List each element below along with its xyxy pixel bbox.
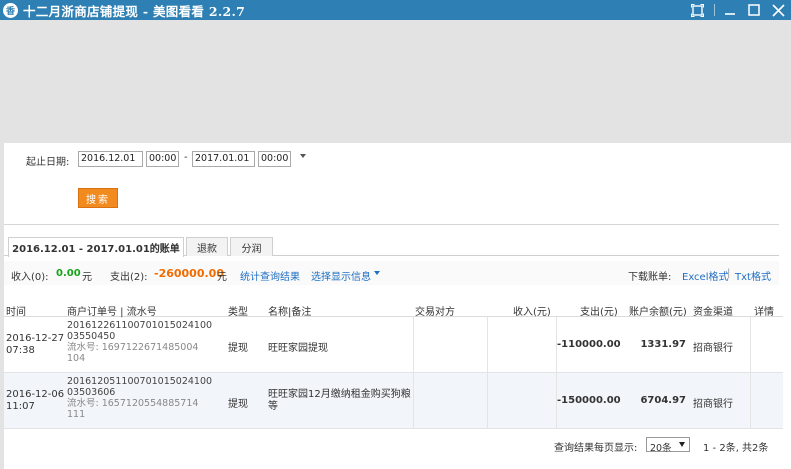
row-name: 旺旺家园12月缴纳租金购买狗粮等: [268, 389, 411, 412]
row-channel: 招商银行: [693, 399, 733, 410]
row-date: 2016-12-27: [6, 333, 65, 344]
end-date-input[interactable]: 2017.01.01: [192, 151, 255, 167]
row-time: 11:07: [6, 401, 35, 412]
row-datetime: 2016-12-27 07:38: [6, 333, 64, 357]
window-title: 十二月浙商店铺提现 - 美图看看 2.2.7: [23, 3, 246, 19]
serial-number-line2: 104: [67, 353, 86, 364]
serial-number-line1: 流水号: 1697122671485004: [67, 342, 199, 353]
column-order-serial: 商户订单号 | 流水号: [67, 307, 157, 318]
table-header: 时间 商户订单号 | 流水号 类型 名称|备注 交易对方 收入(元) 支出(元)…: [4, 300, 783, 318]
income-unit: 元: [82, 272, 92, 283]
order-number-line1: 201612261100701015024100: [67, 320, 213, 331]
date-range-label: 起止日期:: [26, 157, 70, 168]
download-separator: |: [727, 268, 731, 279]
tab-bill[interactable]: 2016.12.01 - 2017.01.01的账单: [8, 237, 184, 257]
expense-value: -260000.00: [154, 267, 224, 280]
income-value: 0.00: [56, 268, 81, 279]
row-expense: -150000.00: [557, 395, 621, 406]
order-number-line1: 201612051100701015024100: [67, 376, 213, 387]
row-balance: 6704.97: [640, 395, 686, 406]
column-income: 收入(元): [513, 307, 551, 318]
column-divider: [413, 317, 414, 373]
column-name-note: 名称|备注: [268, 307, 312, 318]
title-separator: [714, 4, 715, 16]
serial-number-line1: 流水号: 1657120554885714: [67, 398, 199, 409]
date-filter: 起止日期: 2016.12.01 00:00 - 2017.01.01 00:0…: [4, 143, 779, 225]
txt-download-link[interactable]: Txt格式: [735, 268, 771, 283]
title-bar: 香 十二月浙商店铺提现 - 美图看看 2.2.7: [0, 0, 791, 20]
row-date: 2016-12-06: [6, 389, 65, 400]
per-page-label: 查询结果每页显示:: [554, 443, 638, 454]
bill-table: 时间 商户订单号 | 流水号 类型 名称|备注 交易对方 收入(元) 支出(元)…: [4, 300, 783, 429]
bill-summary: 收入(0): 0.00 元 支出(2): -260000.00 元 统计查询结果…: [4, 261, 779, 285]
chevron-down-icon: [679, 442, 685, 447]
window-controls: [682, 0, 787, 20]
row-datetime: 2016-12-06 11:07: [6, 389, 64, 413]
date-separator: -: [184, 152, 188, 163]
expense-label: 支出(2):: [110, 272, 148, 283]
search-button[interactable]: 搜索: [78, 188, 118, 208]
excel-download-link[interactable]: Excel格式: [682, 268, 729, 283]
start-date-input[interactable]: 2016.12.01: [78, 151, 143, 167]
row-type: 提现: [228, 343, 248, 354]
close-icon[interactable]: [769, 1, 787, 19]
table-row[interactable]: 2016-12-06 11:07 20161205110070101502410…: [4, 373, 783, 429]
order-number-line2: 03550450: [67, 331, 116, 342]
fullscreen-icon[interactable]: [688, 1, 706, 19]
tab-refund[interactable]: 退款: [186, 237, 228, 256]
filter-divider: [4, 224, 779, 225]
minimize-icon[interactable]: [721, 1, 739, 19]
row-channel: 招商银行: [693, 343, 733, 354]
column-divider: [487, 317, 488, 373]
row-type: 提现: [228, 399, 248, 410]
stats-result-link[interactable]: 统计查询结果: [240, 268, 300, 283]
column-time: 时间: [6, 307, 26, 318]
bill-panel: 起止日期: 2016.12.01 00:00 - 2017.01.01 00:0…: [4, 143, 791, 469]
end-time-input[interactable]: 00:00: [258, 151, 291, 167]
column-balance: 账户余额(元): [629, 307, 687, 318]
row-balance: 1331.97: [640, 339, 686, 350]
serial-number-line2: 111: [67, 409, 86, 420]
app-icon: 香: [3, 2, 18, 18]
display-options-link[interactable]: 选择显示信息: [311, 268, 371, 283]
order-number-line2: 03503606: [67, 387, 116, 398]
row-time: 07:38: [6, 345, 35, 356]
column-divider: [750, 373, 751, 429]
column-channel: 资金渠道: [693, 307, 733, 318]
maximize-icon[interactable]: [745, 1, 763, 19]
column-divider: [487, 373, 488, 429]
column-type: 类型: [228, 307, 248, 318]
income-label: 收入(0):: [11, 272, 49, 283]
download-label: 下载账单:: [628, 272, 672, 283]
result-range: 1 - 2条, 共2条: [703, 443, 769, 454]
column-detail: 详情: [754, 307, 774, 318]
row-order-info: 201612051100701015024100 03503606 流水号: 1…: [67, 376, 212, 420]
expense-unit: 元: [217, 272, 227, 283]
column-divider: [413, 373, 414, 429]
date-preset-dropdown-icon[interactable]: [300, 154, 306, 158]
display-options-dropdown-icon[interactable]: [374, 271, 380, 275]
column-expense: 支出(元): [580, 307, 618, 318]
row-order-info: 201612261100701015024100 03550450 流水号: 1…: [67, 320, 212, 364]
row-name: 旺旺家园提现: [268, 343, 328, 354]
column-counterparty: 交易对方: [415, 307, 455, 318]
tab-profit-share[interactable]: 分润: [230, 237, 273, 256]
per-page-select[interactable]: 20条: [646, 437, 690, 454]
column-divider: [750, 317, 751, 373]
per-page-value: 20条: [650, 443, 672, 454]
table-row[interactable]: 2016-12-27 07:38 20161226110070101502410…: [4, 317, 783, 373]
row-expense: -110000.00: [557, 339, 621, 350]
bill-tabs: 2016.12.01 - 2017.01.01的账单 退款 分润: [4, 237, 779, 257]
pagination: 查询结果每页显示: 20条 1 - 2条, 共2条: [4, 435, 783, 455]
start-time-input[interactable]: 00:00: [146, 151, 179, 167]
